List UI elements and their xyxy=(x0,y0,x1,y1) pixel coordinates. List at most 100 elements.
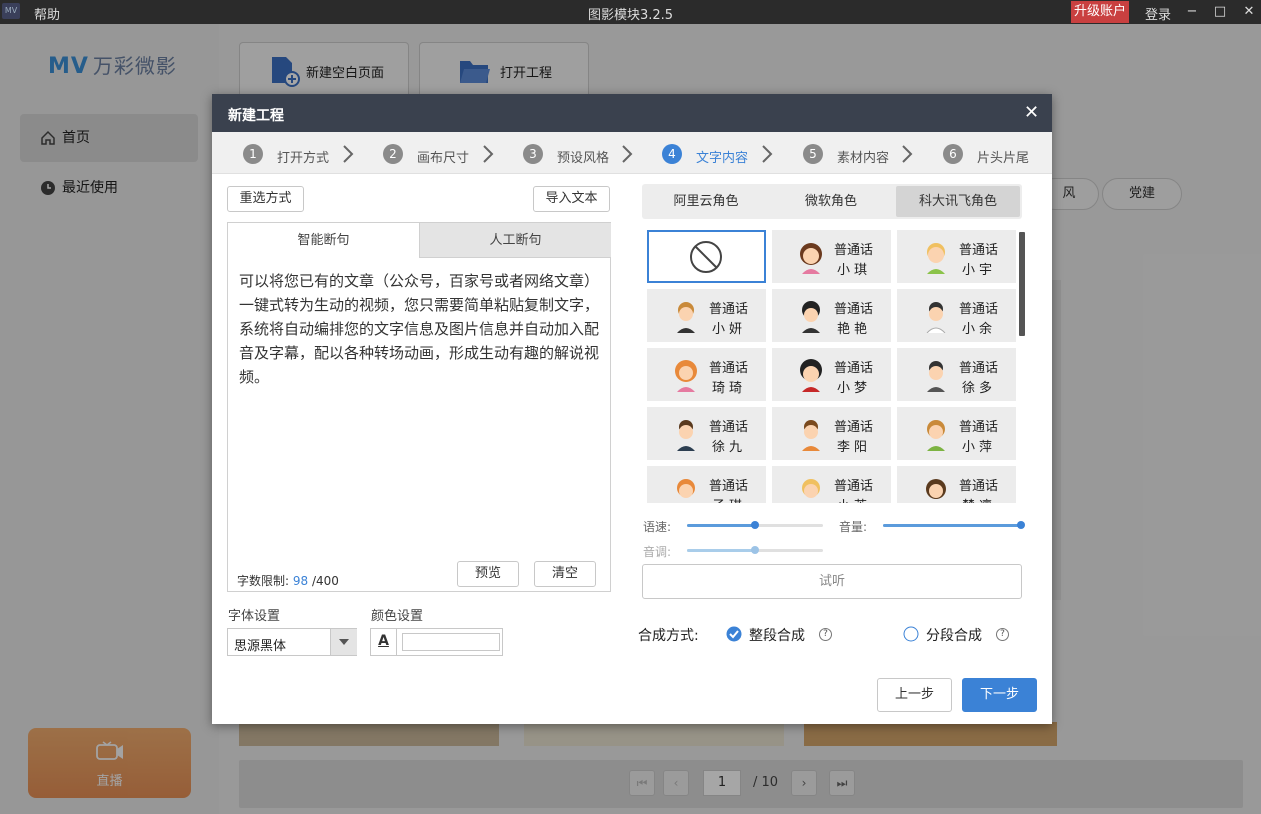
step-label: 画布尺寸 xyxy=(417,151,470,166)
dialog-header: 新建工程 ✕ xyxy=(212,94,1052,132)
voice-dialect: 普通话 xyxy=(959,420,999,435)
clear-button[interactable]: 清空 xyxy=(534,561,596,587)
tab-manual-segment[interactable]: 人工断句 xyxy=(419,223,611,258)
title-bar: MV 帮助 图影模块3.2.5 升级账户 登录 − □ ✕ xyxy=(0,0,1261,24)
step-label: 文字内容 xyxy=(696,151,749,166)
tab-aliyun-role[interactable]: 阿里云角色 xyxy=(645,186,767,217)
voice-item[interactable]: 普通话 小宇 xyxy=(897,230,1016,283)
next-step-button[interactable]: 下一步 xyxy=(962,678,1037,712)
voice-name: 琦琦 xyxy=(712,381,747,396)
font-select[interactable]: 思源黑体 xyxy=(227,628,357,656)
font-value: 思源黑体 xyxy=(234,639,287,654)
step-label: 打开方式 xyxy=(277,151,330,166)
avatar-icon xyxy=(677,479,695,498)
speed-label: 语速: xyxy=(643,520,672,534)
voice-role-tabs: 阿里云角色 微软角色 科大讯飞角色 xyxy=(642,184,1022,219)
avatar-icon xyxy=(802,420,820,451)
voice-item[interactable]: 普通话 小琪 xyxy=(772,230,891,283)
avatar-icon xyxy=(802,301,820,333)
compose-split-label[interactable]: 分段合成 xyxy=(926,625,982,645)
tab-smart-segment[interactable]: 智能断句 xyxy=(228,223,419,258)
voice-item[interactable]: 普通话 琦琦 xyxy=(647,348,766,401)
voice-item[interactable]: 普通话 艳艳 xyxy=(772,289,891,342)
pitch-label: 音调: xyxy=(643,545,672,559)
volume-slider[interactable] xyxy=(883,521,1025,529)
voice-name: 小余 xyxy=(962,322,997,337)
listen-button[interactable]: 试听 xyxy=(642,564,1022,599)
avatar-icon xyxy=(675,360,697,392)
speed-slider-fill xyxy=(687,524,755,527)
voice-name: 李阳 xyxy=(837,440,872,455)
voice-item[interactable]: 普通话 小妍 xyxy=(647,289,766,342)
voice-dialect: 普通话 xyxy=(834,302,874,317)
step-label: 素材内容 xyxy=(837,151,890,166)
import-text-button[interactable]: 导入文本 xyxy=(533,186,610,212)
voice-name: 小琪 xyxy=(837,263,872,278)
preview-button[interactable]: 预览 xyxy=(457,561,519,587)
voice-dialect: 普通话 xyxy=(959,479,999,494)
dialog-close-icon[interactable]: ✕ xyxy=(1024,102,1039,123)
no-voice-icon xyxy=(690,241,722,273)
previous-step-button[interactable]: 上一步 xyxy=(877,678,952,712)
font-dropdown-arrow[interactable] xyxy=(330,629,357,655)
step-label: 预设风格 xyxy=(557,151,610,166)
voice-grid: 普通话 小琪 普通话 小宇 普通话 小妍 普通话 艳艳 普通话 小余 普通话 琦琦 普通话小… xyxy=(642,226,1022,503)
window-close-icon[interactable]: ✕ xyxy=(1239,2,1259,22)
voice-item[interactable]: 普通话子琪 xyxy=(647,466,766,503)
chevron-right-icon xyxy=(483,145,494,163)
step-number: 4 xyxy=(662,144,682,164)
voice-item[interactable]: 普通话 小梦 xyxy=(772,348,891,401)
article-textarea[interactable]: 可以将您已有的文章（公众号，百家号或者网络文章）一键式转为生动的视频，您只需要简… xyxy=(239,269,599,389)
avatar-icon xyxy=(677,302,695,333)
speed-slider-knob[interactable] xyxy=(751,521,759,529)
maximize-icon[interactable]: □ xyxy=(1210,2,1230,22)
tab-microsoft-role[interactable]: 微软角色 xyxy=(769,186,893,217)
color-swatch[interactable] xyxy=(402,633,500,651)
minimize-icon[interactable]: − xyxy=(1182,2,1202,22)
help-icon[interactable]: ? xyxy=(996,628,1009,641)
tab-iflytek-role[interactable]: 科大讯飞角色 xyxy=(896,186,1020,217)
char-counter: 字数限制: 98 /400 xyxy=(237,572,339,589)
counter-value: 98 xyxy=(292,574,309,588)
radio-unchecked-icon[interactable] xyxy=(903,626,919,642)
volume-slider-knob[interactable] xyxy=(1017,521,1025,529)
avatar-icon xyxy=(800,243,822,274)
voice-item[interactable]: 普通话小芳 xyxy=(772,466,891,503)
step-number: 3 xyxy=(523,144,543,164)
voice-dialect: 普通话 xyxy=(709,361,749,376)
avatar-icon xyxy=(927,243,945,274)
compose-whole-label[interactable]: 整段合成 xyxy=(749,625,805,645)
voice-grid-scrollbar[interactable] xyxy=(1019,232,1025,336)
speed-slider[interactable] xyxy=(687,521,823,529)
voice-item[interactable]: 普通话 小萍 xyxy=(897,407,1016,460)
counter-max: /400 xyxy=(311,574,339,588)
font-color-icon[interactable]: A xyxy=(371,629,397,655)
voice-dialect: 普通话 xyxy=(959,361,999,376)
radio-checked-icon[interactable] xyxy=(726,626,742,642)
chevron-right-icon xyxy=(902,145,913,163)
reselect-mode-button[interactable]: 重选方式 xyxy=(227,186,304,212)
voice-item[interactable]: 普通话 徐多 xyxy=(897,348,1016,401)
upgrade-account-button[interactable]: 升级账户 xyxy=(1071,1,1129,23)
help-icon[interactable]: ? xyxy=(819,628,832,641)
step-number: 6 xyxy=(943,144,963,164)
voice-dialect: 普通话 xyxy=(834,361,874,376)
dialog-title: 新建工程 xyxy=(228,108,284,124)
pitch-slider[interactable] xyxy=(687,546,823,554)
voice-item[interactable]: 普通话 李阳 xyxy=(772,407,891,460)
volume-slider-fill xyxy=(883,524,1021,527)
voice-item[interactable]: 普通话 小余 xyxy=(897,289,1016,342)
avatar-icon xyxy=(677,420,695,451)
voice-item[interactable]: 普通话 徐九 xyxy=(647,407,766,460)
chevron-right-icon xyxy=(622,145,633,163)
voice-dialect: 普通话 xyxy=(709,479,749,494)
pitch-slider-knob[interactable] xyxy=(751,546,759,554)
counter-label: 字数限制: xyxy=(237,574,290,588)
voice-name: 小萍 xyxy=(962,440,997,455)
login-button[interactable]: 登录 xyxy=(1145,4,1171,23)
wizard-steps: 1 打开方式 2 画布尺寸 3 预设风格 4 文字内容 5 素材内容 6 片头片尾 xyxy=(212,132,1052,174)
voice-name: 小宇 xyxy=(962,263,997,278)
voice-item[interactable]: 普通话楚凛 xyxy=(897,466,1016,503)
voice-none[interactable] xyxy=(647,230,766,283)
color-picker[interactable]: A xyxy=(370,628,503,656)
